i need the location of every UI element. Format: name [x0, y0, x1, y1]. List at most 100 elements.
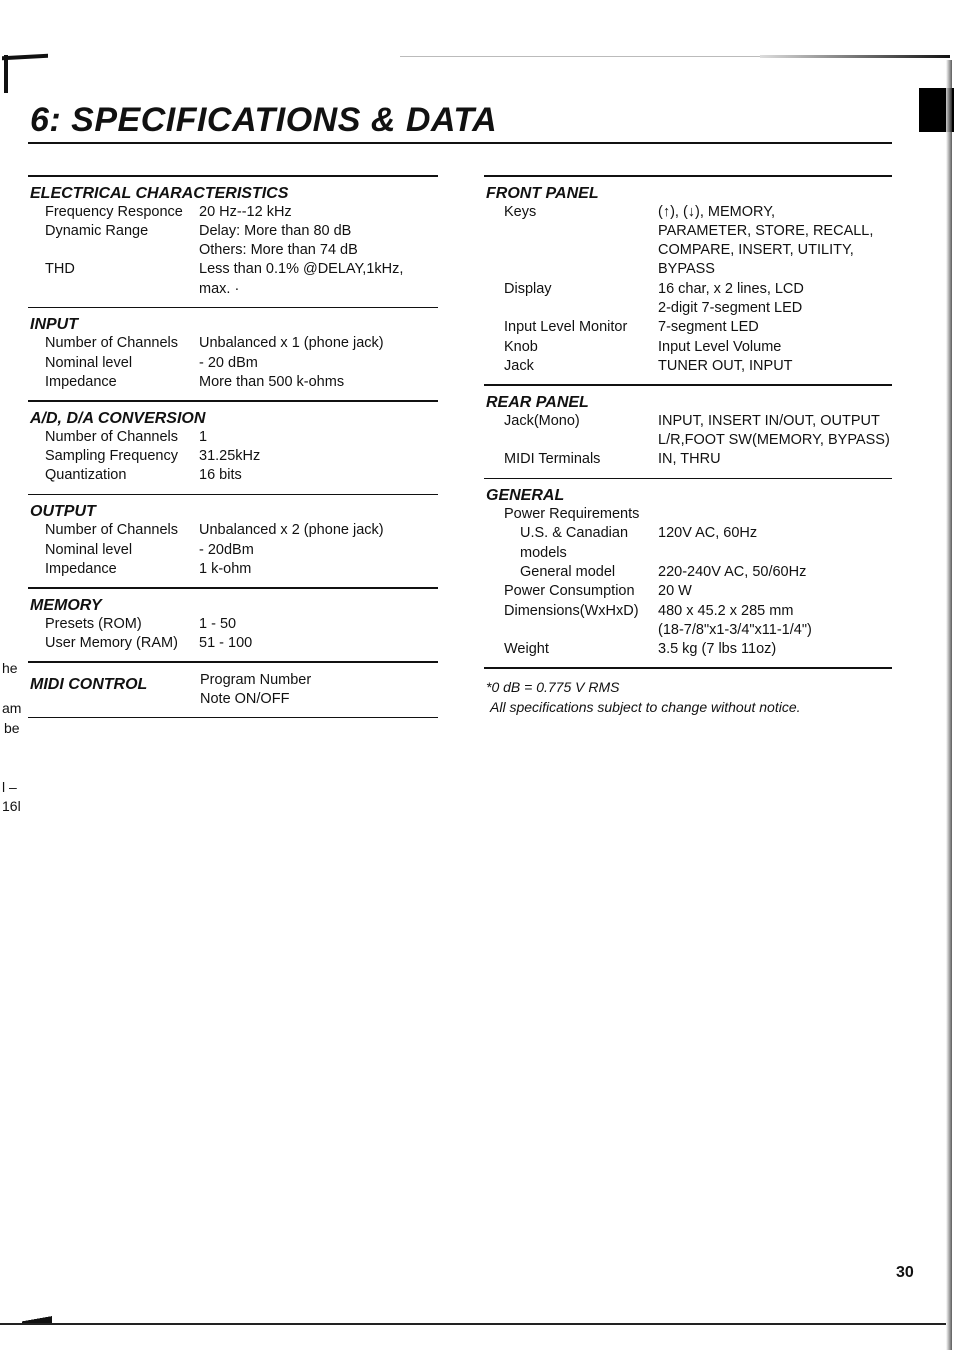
page-title: 6: SPECIFICATIONS & DATA	[30, 101, 498, 139]
spec-label: Number of Channels	[45, 335, 178, 352]
spec-row: Number of Channels Unbalanced x 2 (phone …	[28, 521, 438, 540]
spec-section-midi-control: MIDI CONTROL Program Number Note ON/OFF	[28, 663, 438, 717]
spec-label: General model	[520, 563, 616, 580]
spec-value: Others: More than 74 dB	[199, 242, 358, 259]
spec-value: Unbalanced x 1 (phone jack)	[199, 335, 384, 352]
spec-value: 20 W	[658, 583, 692, 600]
spec-label	[484, 621, 658, 640]
section-title: INPUT	[30, 316, 78, 334]
spec-row: Number of Channels 1	[28, 428, 438, 447]
spec-value: Unbalanced x 2 (phone jack)	[199, 522, 384, 539]
spec-section-electrical-characteristics: ELECTRICAL CHARACTERISTICS Frequency Resp…	[28, 177, 438, 307]
spec-row: U.S. & Canadian models 120V AC, 60Hz	[484, 524, 892, 563]
spec-value: IN, THRU	[658, 451, 721, 468]
spec-label	[28, 241, 199, 260]
spec-section-memory: MEMORY Presets (ROM) 1 - 50 User Memory (RA…	[28, 589, 438, 662]
section-title: OUTPUT	[30, 503, 96, 521]
spec-value: 1 - 50	[199, 615, 237, 632]
spec-row: Sampling Frequency 31.25kHz	[28, 447, 438, 466]
spec-row: Dynamic Range Delay: More than 80 dB	[28, 222, 438, 241]
spec-row: Power Requirements	[484, 505, 892, 524]
spec-value: Delay: More than 80 dB	[199, 222, 352, 239]
spec-value: 1	[199, 428, 208, 445]
spec-value: 16 bits	[199, 467, 242, 484]
spec-row: General model 220-240V AC, 50/60Hz	[484, 563, 892, 582]
spec-section-input: INPUT Number of Channels Unbalanced x 1 (p…	[28, 308, 438, 400]
spec-label: Input Level Monitor	[504, 319, 628, 336]
spec-value: 220-240V AC, 50/60Hz	[658, 563, 807, 580]
spec-row: Input Level Monitor 7-segment LED	[484, 318, 892, 337]
spec-row: Dimensions(WxHxD) 480 x 45.2 x 285 mm	[484, 602, 892, 621]
spec-label: Dimensions(WxHxD)	[504, 602, 639, 619]
spec-label: Number of Channels	[45, 522, 178, 539]
spec-value: Less than 0.1% @DELAY,1kHz, max. ·	[199, 261, 404, 297]
section-title: REAR PANEL	[486, 393, 589, 411]
spec-value: BYPASS	[658, 261, 715, 278]
spec-value: 120V AC, 60Hz	[658, 525, 758, 542]
spec-label: Nominal level	[45, 541, 133, 558]
spec-value: Program Number	[200, 671, 312, 688]
spec-section-rear-panel: REAR PANEL Jack(Mono) INPUT, INSERT IN/OUT…	[484, 386, 892, 478]
spec-value: COMPARE, INSERT, UTILITY,	[658, 242, 854, 259]
spec-row: Knob Input Level Volume	[484, 338, 892, 357]
spec-label: Display	[504, 280, 552, 297]
margin-fragment: am	[2, 700, 22, 716]
spec-row: Impedance 1 k-ohm	[28, 560, 438, 579]
midi-values: Program Number Note ON/OFF	[200, 671, 311, 709]
spec-value: PARAMETER, STORE, RECALL,	[658, 222, 874, 239]
spec-row: Jack TUNER OUT, INPUT	[484, 357, 892, 376]
spec-row: Number of Channels Unbalanced x 1 (phone …	[28, 334, 438, 353]
margin-fragment: l –	[2, 779, 17, 795]
footnotes: *0 dB = 0.775 V RMS All specifications su…	[484, 677, 892, 717]
spec-row: MIDI Terminals IN, THRU	[484, 450, 892, 469]
spec-value: (↑), (↓), MEMORY,	[658, 203, 776, 220]
spec-row: PARAMETER, STORE, RECALL,	[484, 222, 892, 241]
spec-label: Impedance	[45, 374, 117, 391]
spec-section-front-panel: FRONT PANEL Keys (↑), (↓), MEMORY, PARAMETE…	[484, 177, 892, 385]
spec-value: 2-digit 7-segment LED	[658, 299, 803, 316]
scan-edge-shadow	[760, 55, 950, 58]
section-title: GENERAL	[486, 487, 565, 505]
spec-row: Nominal level - 20 dBm	[28, 354, 438, 373]
spec-value: INPUT, INSERT IN/OUT, OUTPUT	[658, 412, 880, 429]
spec-section-general: GENERAL Power Requirements U.S. & Canadian…	[484, 479, 892, 667]
spec-value: Input Level Volume	[658, 338, 782, 355]
spec-row: User Memory (RAM) 51 - 100	[28, 634, 438, 653]
spec-row: Frequency Responce 20 Hz--12 kHz	[28, 203, 438, 222]
spec-row: 2-digit 7-segment LED	[484, 299, 892, 318]
margin-fragment: he	[2, 660, 18, 676]
section-title: FRONT PANEL	[486, 184, 599, 202]
spec-label: Frequency Responce	[45, 203, 183, 220]
spec-row: Keys (↑), (↓), MEMORY,	[484, 203, 892, 222]
spec-row: Quantization 16 bits	[28, 466, 438, 485]
spec-value: TUNER OUT, INPUT	[658, 357, 793, 374]
spec-value: - 20 dBm	[199, 354, 258, 371]
spec-row: COMPARE, INSERT, UTILITY,	[484, 241, 892, 260]
spec-label: Dynamic Range	[45, 222, 149, 239]
spec-label: Number of Channels	[45, 428, 178, 445]
spec-value: (18-7/8"x1-3/4"x11-1/4")	[658, 621, 812, 638]
spec-label: Presets (ROM)	[45, 615, 142, 632]
spec-value: L/R,FOOT SW(MEMORY, BYPASS)	[658, 431, 890, 448]
spec-label: Nominal level	[45, 354, 133, 371]
spec-label: MIDI Terminals	[504, 451, 601, 468]
spec-label: U.S. & Canadian models	[520, 525, 629, 561]
spec-label: Quantization	[45, 467, 127, 484]
spec-value	[658, 505, 892, 524]
left-spec-column: ELECTRICAL CHARACTERISTICS Frequency Resp…	[28, 175, 438, 719]
spec-label: Impedance	[45, 560, 117, 577]
section-title: MIDI CONTROL	[30, 675, 148, 693]
crop-mark	[2, 53, 48, 95]
spec-value: Note ON/OFF	[200, 690, 290, 707]
spec-label: Sampling Frequency	[45, 448, 178, 465]
spec-label	[484, 299, 658, 318]
spec-value: 31.25kHz	[199, 448, 261, 465]
spec-label: THD	[45, 261, 75, 278]
spec-value: 1 k-ohm	[199, 560, 252, 577]
spec-value: 51 - 100	[199, 634, 253, 651]
spec-section-a-d-d-a-conversion: A/D, D/A CONVERSION Number of Channels 1 Sa…	[28, 402, 438, 494]
page-number: 30	[896, 1264, 914, 1281]
spec-label: Weight	[504, 641, 549, 658]
bottom-rule	[0, 1323, 946, 1325]
spec-label: Knob	[504, 338, 538, 355]
